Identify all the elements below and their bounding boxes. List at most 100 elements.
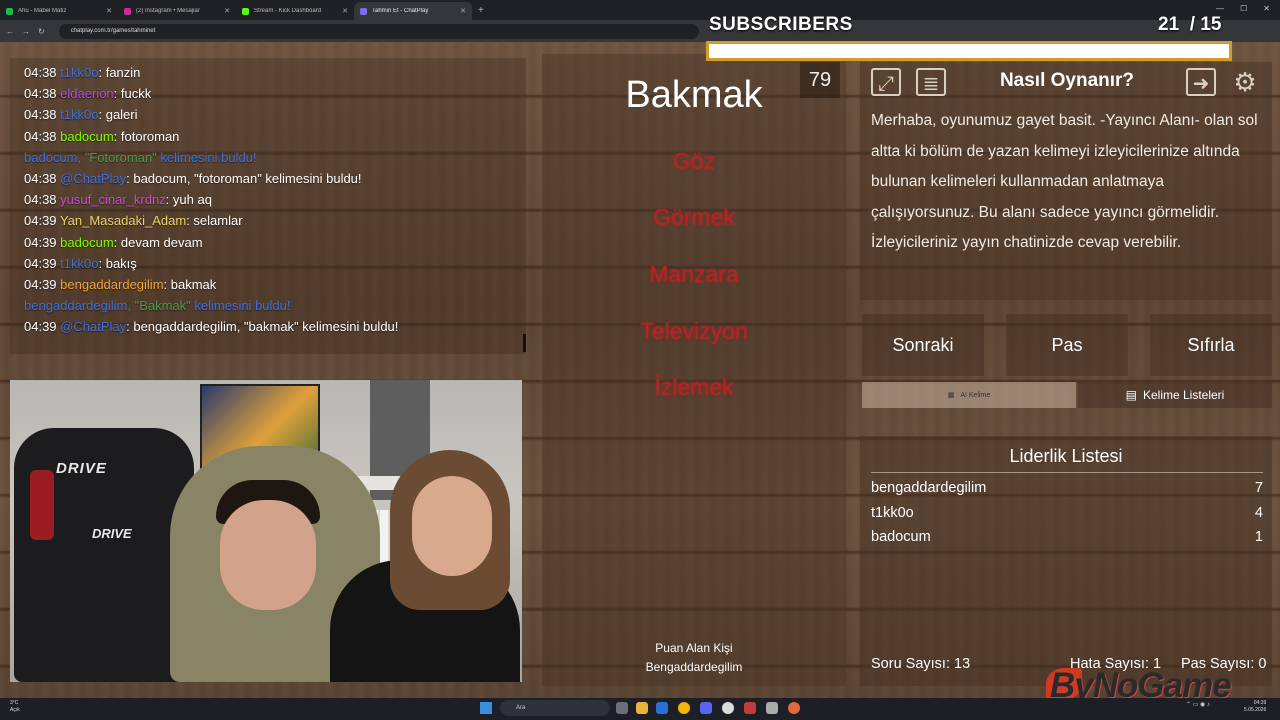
notes-icon[interactable]: ≣ bbox=[916, 68, 946, 96]
pass-button[interactable]: Pas bbox=[1006, 314, 1128, 376]
chat-text: : galeri bbox=[98, 107, 138, 123]
browser-tab[interactable]: (2) Instagram • Mesajlar ✕ bbox=[118, 2, 236, 20]
reload-icon[interactable]: ↻ bbox=[38, 27, 45, 36]
question-count: Soru Sayısı: 13 bbox=[871, 656, 971, 672]
chatplay-icon bbox=[360, 7, 367, 15]
close-window-icon[interactable]: ✕ bbox=[1263, 4, 1270, 13]
fullscreen-icon[interactable]: ⤢ bbox=[871, 68, 901, 96]
maximize-icon[interactable]: ☐ bbox=[1240, 4, 1247, 13]
leaderboard-row: bengaddardegilim 7 bbox=[871, 480, 1263, 496]
minimize-icon[interactable]: — bbox=[1216, 4, 1224, 13]
chrome-icon[interactable] bbox=[678, 702, 690, 714]
chat-username[interactable]: t1kk0o bbox=[60, 65, 98, 80]
taboo-word: Televizyon bbox=[640, 318, 748, 344]
subscribers-label: SUBSCRIBERS bbox=[709, 14, 853, 35]
chat-timestamp: 04:39 bbox=[24, 213, 57, 229]
ai-icon: ▦ bbox=[947, 392, 955, 399]
chat-text: : badocum, "fotoroman" kelimesini buldu! bbox=[126, 171, 362, 187]
ai-word-tab[interactable]: ▦ AI Kelime bbox=[862, 382, 1076, 408]
close-icon[interactable]: ✕ bbox=[106, 7, 112, 15]
chat-username[interactable]: t1kk0o bbox=[60, 107, 98, 122]
chair-brand-text: DRIVE bbox=[56, 460, 107, 477]
windows-start-icon[interactable] bbox=[480, 702, 492, 714]
back-icon[interactable]: ← bbox=[6, 27, 14, 36]
address-bar: ← → ↻ chatplay.com.tr/games/tahminet bbox=[0, 20, 1280, 42]
chat-message: 04:39 t1kk0o: bakış bbox=[24, 253, 512, 274]
next-button[interactable]: Sonraki bbox=[862, 314, 984, 376]
chat-scrollbar[interactable] bbox=[523, 334, 526, 352]
taboo-word: Manzara bbox=[649, 261, 739, 287]
chat-text: : bakmak bbox=[163, 277, 217, 293]
chat-username[interactable]: eldaerion bbox=[60, 86, 114, 101]
chat-message: 04:38 t1kk0o: fanzin bbox=[24, 62, 512, 83]
discord-icon[interactable] bbox=[700, 702, 712, 714]
how-to-title: Nasıl Oynanır? bbox=[999, 70, 1135, 91]
chat-timestamp: 04:38 bbox=[24, 86, 57, 102]
chair-brand-text: DRIVE bbox=[92, 526, 132, 541]
clock[interactable]: 04:39 5.05.2026 bbox=[1244, 700, 1266, 714]
system-tray[interactable]: ⌃ ▭ ◉ ♪ bbox=[1186, 701, 1210, 708]
browser-tab[interactable]: Ahu - Mabel Matiz ✕ bbox=[0, 2, 118, 20]
forward-icon[interactable]: → bbox=[22, 27, 30, 36]
reset-button[interactable]: Sıfırla bbox=[1150, 314, 1272, 376]
browser-tab-active[interactable]: Tahmin Et - ChatPlay ✕ bbox=[354, 2, 472, 20]
webcam-feed: DRIVE DRIVE bbox=[10, 380, 522, 682]
list-icon: ▤ bbox=[1125, 388, 1137, 402]
guest-face bbox=[412, 476, 492, 576]
chair-accent bbox=[30, 470, 54, 540]
chat-message: 04:38 badocum: fotoroman bbox=[24, 126, 512, 147]
chat-text: : bakış bbox=[98, 255, 137, 271]
chat-timestamp: 04:38 bbox=[24, 192, 57, 208]
chat-timestamp: 04:38 bbox=[24, 128, 57, 144]
leaderboard-row: t1kk0o 4 bbox=[871, 505, 1263, 521]
gear-icon[interactable]: ⚙ bbox=[1230, 68, 1260, 96]
chat-panel: 04:38 t1kk0o: fanzin 04:38 eldaerion: fuc… bbox=[10, 58, 526, 354]
taskbar-search[interactable]: Ara bbox=[500, 700, 610, 716]
store-icon[interactable] bbox=[656, 702, 668, 714]
chat-username[interactable]: bengaddardegilim bbox=[60, 277, 163, 292]
chat-username[interactable]: Yan_Masadaki_Adam bbox=[60, 213, 186, 228]
close-icon[interactable]: ✕ bbox=[342, 7, 348, 15]
taboo-word: Görmek bbox=[653, 204, 735, 230]
leaderboard-row: badocum 1 bbox=[871, 529, 1263, 545]
scorer-label: Puan Alan Kişi bbox=[655, 641, 733, 655]
word-lists-tab[interactable]: ▤ Kelime Listeleri bbox=[1078, 382, 1272, 408]
steam-icon[interactable] bbox=[722, 702, 734, 714]
chat-username[interactable]: yusuf_cinar_krdnz bbox=[60, 192, 166, 207]
new-tab-button[interactable]: + bbox=[478, 5, 484, 16]
browser-tab[interactable]: Stream - Kick Dashboard ✕ bbox=[236, 2, 354, 20]
scorer-name: Bengaddardegilim bbox=[645, 660, 743, 674]
chat-text: : fuckk bbox=[113, 86, 152, 102]
taboo-word: İzlemek bbox=[654, 374, 734, 400]
weather-widget[interactable]: 3°C Açık bbox=[10, 700, 20, 714]
chat-text: : yuh aq bbox=[165, 192, 212, 208]
chat-username[interactable]: @ChatPlay bbox=[60, 171, 126, 186]
subscriber-goal-bar bbox=[706, 41, 1232, 61]
streamer-face bbox=[220, 500, 316, 610]
chat-timestamp: 04:39 bbox=[24, 319, 57, 335]
close-icon[interactable]: ✕ bbox=[224, 7, 230, 15]
app-icon[interactable] bbox=[766, 702, 778, 714]
chat-list: 04:38 t1kk0o: fanzin 04:38 eldaerion: fuc… bbox=[24, 62, 512, 338]
chat-username[interactable]: badocum bbox=[60, 235, 113, 250]
chat-username[interactable]: badocum bbox=[60, 129, 113, 144]
leaderboard-panel bbox=[860, 436, 1272, 686]
file-explorer-icon[interactable] bbox=[636, 702, 648, 714]
window-controls: — ☐ ✕ bbox=[1216, 4, 1270, 13]
chat-message: 04:39 @ChatPlay: bengaddardegilim, "bakm… bbox=[24, 316, 512, 337]
chat-username[interactable]: @ChatPlay bbox=[60, 319, 126, 334]
how-to-text: Merhaba, oyunumuz gayet basit. -Yayıncı … bbox=[871, 112, 1258, 252]
taboo-word: Göz bbox=[672, 148, 716, 174]
browser-icon[interactable] bbox=[788, 702, 800, 714]
obs-icon[interactable] bbox=[744, 702, 756, 714]
chat-system-message: bengaddardegilim, "Bakmak" kelimesini bu… bbox=[24, 298, 291, 314]
exit-icon[interactable]: ➜ bbox=[1186, 68, 1216, 96]
chat-username[interactable]: t1kk0o bbox=[60, 256, 98, 271]
chat-timestamp: 04:38 bbox=[24, 65, 57, 80]
task-view-icon[interactable] bbox=[616, 702, 628, 714]
chat-message: 04:38 yusuf_cinar_krdnz: yuh aq bbox=[24, 189, 512, 210]
url-field[interactable]: chatplay.com.tr/games/tahminet bbox=[58, 23, 699, 39]
spotify-icon bbox=[6, 7, 13, 15]
close-icon[interactable]: ✕ bbox=[460, 7, 466, 15]
chat-message: 04:39 bengaddardegilim: bakmak bbox=[24, 274, 512, 295]
